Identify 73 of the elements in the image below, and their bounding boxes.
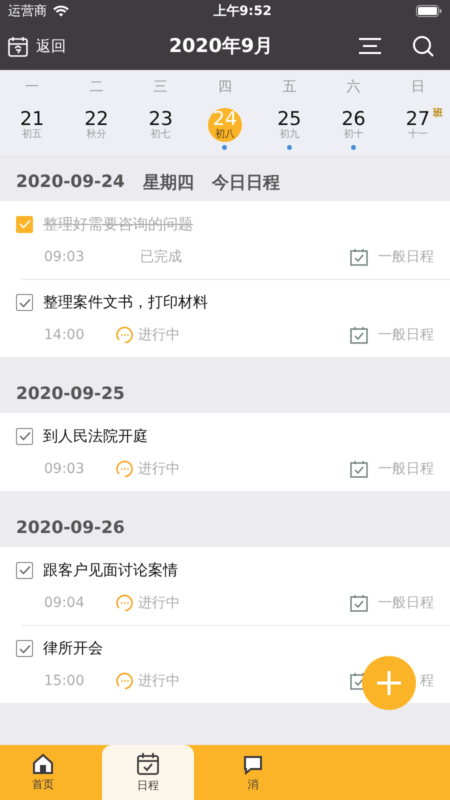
menu-icon[interactable] [358,37,382,55]
wifi-icon [53,5,69,17]
task-checkbox[interactable] [16,640,33,657]
weekday-label: 三 [154,78,168,96]
calendar-check-icon [350,460,368,478]
in-progress-icon [116,460,134,478]
check-icon [18,298,30,308]
task-type: 一般日程 [378,460,434,478]
day-cell[interactable]: 24 初八 [208,108,242,142]
calendar-check-icon [350,594,368,612]
task-checkbox[interactable] [16,562,33,578]
weekday-label: 六 [346,78,361,96]
task-time: 14:00 [44,327,86,343]
weekday-label: 日 [410,78,425,96]
in-progress-icon [116,326,134,344]
calendar-check-icon [136,752,160,776]
task-checkbox[interactable] [16,216,33,232]
weekday-label: 一 [25,78,40,96]
month-title: 2020年9月 [168,34,274,59]
calendar-check-icon [350,248,368,266]
day-cell[interactable]: 22 秋分 [79,108,114,142]
task-checkbox[interactable] [16,294,33,311]
task-title: 整理好需要咨询的问题 [43,214,193,234]
in-progress-icon [116,672,134,690]
task-status: 进行中 [138,460,180,478]
section-date: 2020-09-26 [16,518,125,538]
in-progress-icon [116,594,134,612]
day-cell[interactable]: 26 初十 [336,108,371,142]
task-status: 进行中 [138,594,180,612]
task-checkbox[interactable] [16,428,33,444]
task-type: 一般日程 [378,326,434,344]
task-time: 09:03 [44,248,86,264]
task-type: 程 [420,672,434,690]
back-button[interactable]: 返回 [8,36,118,56]
task-type: 一般日程 [378,248,434,266]
check-icon [18,565,30,575]
carrier-name: 运营商 [8,3,47,20]
check-icon [18,644,30,654]
task-status: 进行中 [138,326,180,344]
day-cell[interactable]: 25 初九 [272,108,306,142]
section-weekday: 星期四 [142,172,194,194]
plus-icon [376,670,402,696]
weekday-label: 二 [89,78,104,96]
status-time: 上午9:52 [213,3,272,20]
calendar-check-icon [350,326,368,344]
tab-item[interactable]: 日程 [102,745,194,800]
section-date: 2020-09-25 [16,384,125,404]
battery-icon [416,5,442,17]
task-time: 15:00 [44,673,86,689]
task-status: 已完成 [140,248,182,266]
task-type: 一般日程 [378,594,434,612]
tab-item[interactable]: 消 [220,745,286,800]
search-icon[interactable] [412,35,434,57]
weekday-label: 五 [282,78,296,96]
task-time: 09:03 [44,460,86,476]
tab-item[interactable]: 首页 [10,745,76,800]
task-status: 进行中 [138,672,180,690]
section-label: 今日日程 [212,172,280,194]
weekday-label: 四 [218,78,232,96]
chat-icon [242,753,264,775]
check-icon [18,219,30,229]
home-icon [32,753,54,775]
day-cell[interactable]: 23 初七 [144,108,178,142]
check-icon [18,431,30,441]
task-time: 09:04 [44,594,86,610]
task-title: 律所开会 [43,639,103,658]
day-cell[interactable]: 21 初五 [15,108,50,142]
task-title: 跟客户见面讨论案情 [43,560,178,580]
calendar-icon [8,36,28,56]
task-title: 到人民法院开庭 [43,426,148,446]
workday-label: 班 [432,106,443,120]
task-title: 整理案件文书，打印材料 [43,293,208,312]
section-date: 2020-09-24 [16,172,125,192]
